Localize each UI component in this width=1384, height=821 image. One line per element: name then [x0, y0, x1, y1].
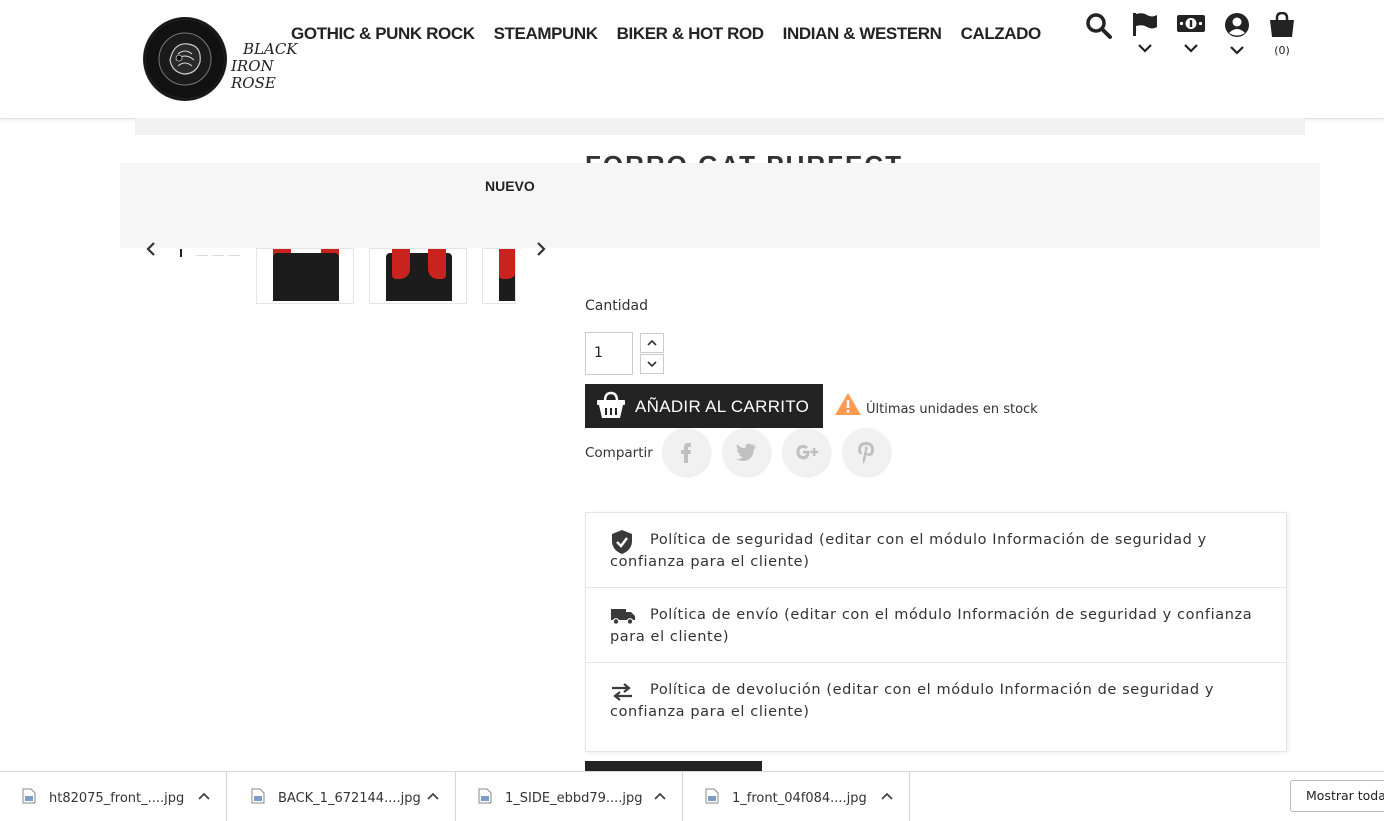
stock-notice-text: Últimas unidades en stock: [866, 402, 1038, 417]
download-item[interactable]: 1_front_04f084....jpg: [683, 772, 910, 821]
product-thumbnail[interactable]: [256, 248, 354, 304]
site-header: BLACK IRON ROSE GOTHIC & PUNK ROCK STEAMP…: [0, 0, 1384, 119]
quantity-label: Cantidad: [585, 298, 648, 314]
delivery-policy-text: Política de envío (editar con el módulo …: [610, 607, 1253, 645]
download-filename: 1_front_04f084....jpg: [732, 791, 867, 806]
download-item[interactable]: BACK_1_672144....jpg: [229, 772, 456, 821]
nav-item-indian-western[interactable]: INDIAN & WESTERN: [783, 24, 942, 44]
chevron-down-icon: [1184, 44, 1198, 53]
facebook-icon: [681, 443, 691, 463]
product-thumbnail[interactable]: [369, 248, 467, 304]
main-nav: GOTHIC & PUNK ROCK STEAMPUNK BIKER & HOT R…: [291, 24, 1060, 46]
download-filename: BACK_1_672144....jpg: [278, 791, 421, 806]
cart-button[interactable]: (0): [1265, 11, 1299, 57]
google-plus-icon: [796, 445, 819, 460]
twitter-icon: [736, 443, 756, 461]
share-twitter-button[interactable]: [722, 428, 770, 476]
user-icon: [1225, 13, 1249, 37]
thumbnail-next-arrow-icon[interactable]: [533, 240, 549, 258]
chevron-down-icon: [1138, 44, 1152, 53]
return-policy-text: Política de devolución (editar con el mó…: [610, 682, 1215, 720]
image-file-icon: [478, 788, 492, 804]
flag-icon: [1133, 13, 1157, 36]
download-filename: 1_SIDE_ebbd79....jpg: [505, 791, 643, 806]
currency-selector[interactable]: [1174, 12, 1208, 53]
quantity-input[interactable]: 1: [585, 332, 633, 375]
add-to-cart-button[interactable]: AÑADIR AL CARRITO: [585, 384, 823, 428]
share-googleplus-button[interactable]: [782, 428, 830, 476]
delivery-policy-block: Política de envío (editar con el módulo …: [586, 588, 1286, 663]
nav-item-biker-hot-rod[interactable]: BIKER & HOT ROD: [617, 24, 764, 44]
chevron-up-icon[interactable]: [198, 792, 210, 800]
add-to-cart-label: AÑADIR AL CARRITO: [635, 397, 810, 416]
chevron-up-icon: [647, 339, 657, 346]
warning-icon: [835, 393, 861, 415]
logo-line-2: IRON ROSE: [231, 57, 276, 92]
pinterest-icon: [858, 442, 874, 464]
nav-item-gothic-punk[interactable]: GOTHIC & PUNK ROCK: [291, 24, 475, 44]
thumbnail-scroll-indicator: [180, 249, 240, 257]
chevron-up-icon[interactable]: [881, 792, 893, 800]
quantity-decrease-button[interactable]: [640, 354, 664, 374]
logo-text: BLACK IRON ROSE: [231, 41, 313, 92]
return-policy-block: Política de devolución (editar con el mó…: [586, 663, 1286, 751]
chevron-up-icon[interactable]: [427, 792, 439, 800]
reassurance-panel: Política de seguridad (editar con el mód…: [585, 512, 1287, 752]
download-item[interactable]: 1_SIDE_ebbd79....jpg: [456, 772, 683, 821]
product-flags-band: [120, 163, 1320, 248]
rose-skull-logo-icon: [143, 17, 227, 101]
header-icons: (0): [1082, 11, 1312, 62]
quantity-increase-button[interactable]: [640, 333, 664, 353]
new-badge: NUEVO: [485, 178, 535, 194]
security-policy-block: Política de seguridad (editar con el mód…: [586, 513, 1286, 588]
download-bar: ht82075_front_....jpg BACK_1_672144....j…: [0, 771, 1384, 821]
image-file-icon: [705, 788, 719, 804]
thumbnail-prev-arrow-icon[interactable]: [143, 240, 159, 258]
chevron-down-icon: [647, 361, 657, 368]
chevron-up-icon[interactable]: [654, 792, 666, 800]
product-thumbnail[interactable]: [482, 248, 516, 304]
image-file-icon: [22, 788, 36, 804]
shopping-bag-icon: [1270, 11, 1294, 37]
site-logo[interactable]: BLACK IRON ROSE: [143, 17, 313, 105]
basket-icon: [597, 391, 625, 418]
search-icon: [1086, 13, 1112, 39]
search-button[interactable]: [1082, 12, 1116, 44]
chevron-down-icon: [1230, 46, 1244, 55]
share-label: Compartir: [585, 445, 653, 461]
account-menu[interactable]: [1220, 12, 1254, 55]
security-policy-text: Política de seguridad (editar con el mód…: [610, 532, 1207, 570]
show-all-downloads-button[interactable]: Mostrar todas: [1290, 780, 1384, 812]
cart-count: (0): [1274, 44, 1290, 57]
share-pinterest-button[interactable]: [842, 428, 890, 476]
breadcrumb-band: [135, 118, 1305, 135]
download-filename: ht82075_front_....jpg: [49, 791, 185, 806]
nav-item-steampunk[interactable]: STEAMPUNK: [494, 24, 598, 44]
download-item[interactable]: ht82075_front_....jpg: [0, 772, 227, 821]
share-facebook-button[interactable]: [662, 428, 710, 476]
language-selector[interactable]: [1128, 12, 1162, 53]
nav-item-calzado[interactable]: CALZADO: [961, 24, 1042, 44]
image-file-icon: [251, 788, 265, 804]
money-icon: [1177, 15, 1205, 32]
